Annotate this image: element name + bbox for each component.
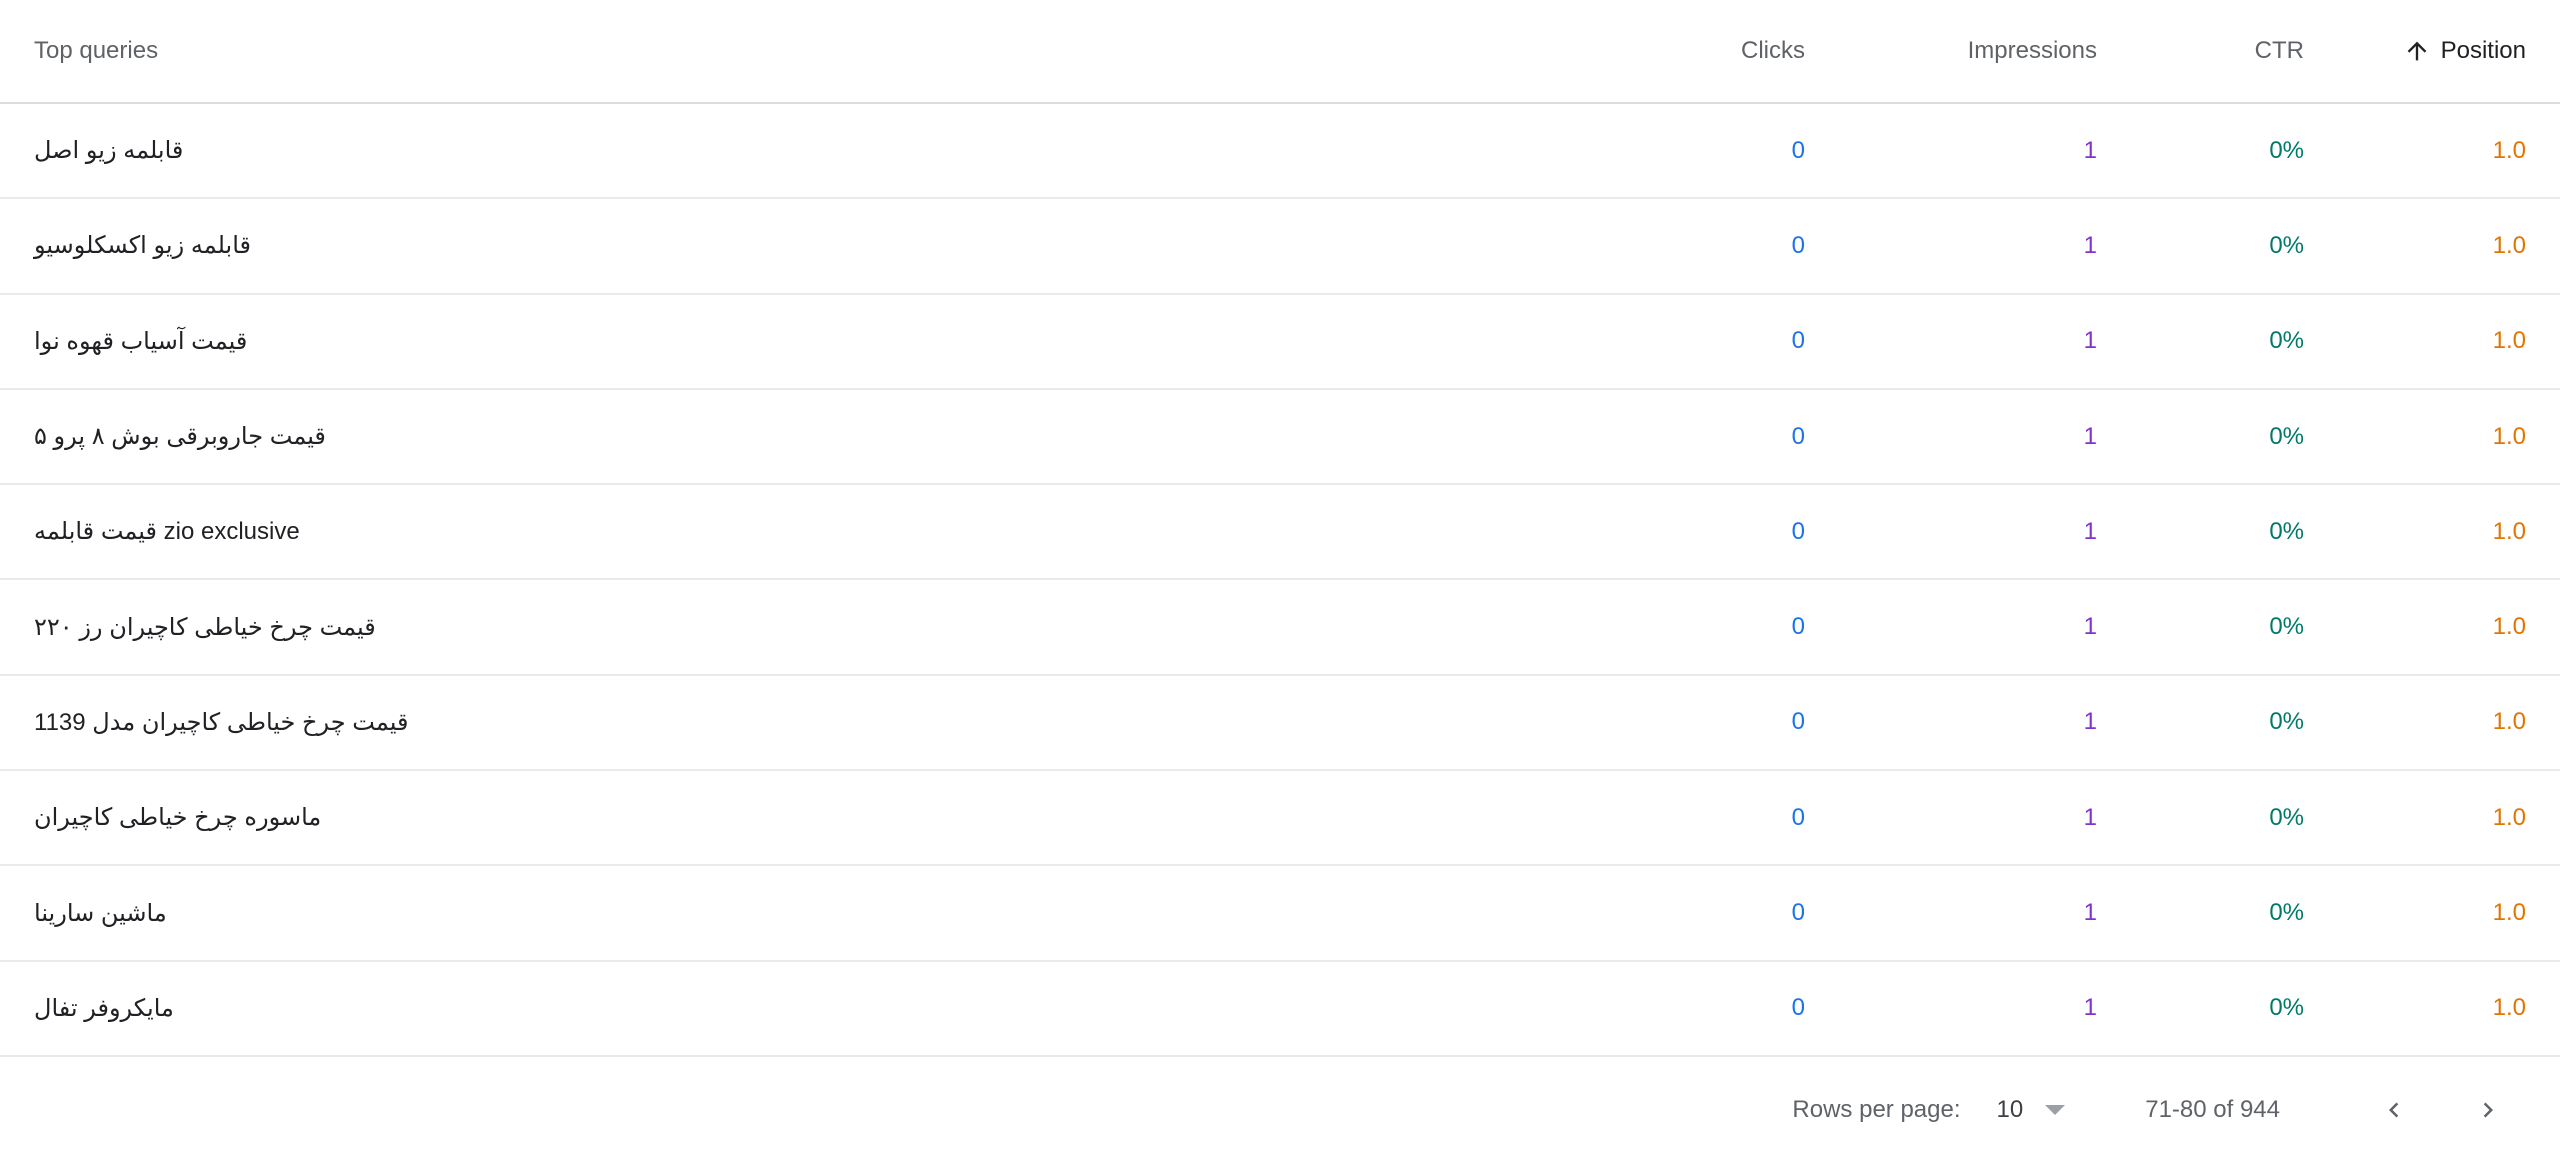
clicks-cell: 0 xyxy=(1791,517,1805,545)
impressions-cell: 1 xyxy=(2083,327,2097,355)
query-cell: قابلمه زیو اکسکلوسیو xyxy=(34,232,252,260)
table-row[interactable]: ماشین سارینا 0 1 0% 1.0 xyxy=(0,866,2560,962)
position-cell: 1.0 xyxy=(2492,899,2526,927)
impressions-cell: 1 xyxy=(2083,708,2097,736)
position-cell: 1.0 xyxy=(2492,517,2526,545)
position-cell: 1.0 xyxy=(2492,231,2526,259)
ctr-cell: 0% xyxy=(2269,327,2304,355)
impressions-cell: 1 xyxy=(2083,803,2097,831)
table-row[interactable]: قیمت آسیاب قهوه نوا 0 1 0% 1.0 xyxy=(0,295,2560,390)
position-cell: 1.0 xyxy=(2492,136,2526,164)
impressions-cell: 1 xyxy=(2083,231,2097,259)
position-cell: 1.0 xyxy=(2492,803,2526,831)
table-row[interactable]: مایکروفر تفال 0 1 0% 1.0 xyxy=(0,962,2560,1057)
table-row[interactable]: قیمت جاروبرقی بوش ۸ پرو ۵ 0 1 0% 1.0 xyxy=(0,390,2560,486)
ctr-cell: 0% xyxy=(2269,708,2304,736)
ctr-cell: 0% xyxy=(2269,994,2304,1022)
ctr-cell: 0% xyxy=(2269,231,2304,259)
query-cell: قابلمه زیو اصل xyxy=(34,137,184,165)
query-cell: ماسوره چرخ خیاطی کاچیران xyxy=(34,804,322,832)
header-position[interactable]: Position xyxy=(2304,37,2560,65)
impressions-cell: 1 xyxy=(2083,994,2097,1022)
rows-per-page-value: 10 xyxy=(1996,1095,2024,1123)
pagination-range: 71-80 of 944 xyxy=(2145,1095,2280,1123)
next-page-button[interactable] xyxy=(2464,1086,2512,1134)
ctr-cell: 0% xyxy=(2269,136,2304,164)
clicks-cell: 0 xyxy=(1791,708,1805,736)
table-row[interactable]: قیمت قابلمه zio exclusive 0 1 0% 1.0 xyxy=(0,485,2560,581)
table-row[interactable]: قابلمه زیو اصل 0 1 0% 1.0 xyxy=(0,104,2560,200)
chevron-left-icon xyxy=(2389,1102,2399,1118)
query-cell: قیمت آسیاب قهوه نوا xyxy=(34,327,248,355)
impressions-cell: 1 xyxy=(2083,899,2097,927)
rows-per-page-select[interactable]: 10 xyxy=(1997,1096,2066,1124)
chevron-right-icon xyxy=(2483,1102,2493,1118)
query-cell: قیمت چرخ خیاطی کاچیران مدل 1139 xyxy=(34,708,409,736)
ctr-cell: 0% xyxy=(2269,803,2304,831)
clicks-cell: 0 xyxy=(1791,231,1805,259)
query-cell: قیمت قابلمه zio exclusive xyxy=(34,518,300,546)
table-row[interactable]: ماسوره چرخ خیاطی کاچیران 0 1 0% 1.0 xyxy=(0,771,2560,867)
rows-per-page-label: Rows per page: xyxy=(1792,1095,1961,1123)
arrow-up-icon xyxy=(2403,37,2431,65)
dropdown-arrow-icon xyxy=(2045,1104,2066,1115)
table-header-row: Top queries Clicks Impressions CTR Posit… xyxy=(0,0,2560,104)
query-cell: ماشین سارینا xyxy=(34,899,167,927)
clicks-cell: 0 xyxy=(1791,899,1805,927)
clicks-cell: 0 xyxy=(1791,994,1805,1022)
previous-page-button[interactable] xyxy=(2370,1086,2418,1134)
position-cell: 1.0 xyxy=(2492,708,2526,736)
position-cell: 1.0 xyxy=(2492,613,2526,641)
header-top-queries[interactable]: Top queries xyxy=(0,37,1615,65)
header-clicks[interactable]: Clicks xyxy=(1615,37,1805,65)
clicks-cell: 0 xyxy=(1791,422,1805,450)
position-cell: 1.0 xyxy=(2492,994,2526,1022)
clicks-cell: 0 xyxy=(1791,803,1805,831)
pagination-footer: Rows per page: 10 71-80 of 944 xyxy=(0,1057,2560,1161)
header-position-label: Position xyxy=(2440,37,2526,64)
table-row[interactable]: قابلمه زیو اکسکلوسیو 0 1 0% 1.0 xyxy=(0,199,2560,295)
clicks-cell: 0 xyxy=(1791,136,1805,164)
impressions-cell: 1 xyxy=(2083,136,2097,164)
impressions-cell: 1 xyxy=(2083,613,2097,641)
table-row[interactable]: قیمت چرخ خیاطی کاچیران مدل 1139 0 1 0% 1.0 xyxy=(0,676,2560,772)
clicks-cell: 0 xyxy=(1791,613,1805,641)
header-ctr[interactable]: CTR xyxy=(2097,37,2304,65)
clicks-cell: 0 xyxy=(1791,327,1805,355)
position-cell: 1.0 xyxy=(2492,422,2526,450)
query-cell: مایکروفر تفال xyxy=(34,994,174,1022)
top-queries-table: Top queries Clicks Impressions CTR Posit… xyxy=(0,0,2560,1161)
header-impressions[interactable]: Impressions xyxy=(1805,37,2097,65)
ctr-cell: 0% xyxy=(2269,422,2304,450)
table-row[interactable]: قیمت چرخ خیاطی کاچیران رز ۲۲۰ 0 1 0% 1.0 xyxy=(0,580,2560,676)
table-body: قابلمه زیو اصل 0 1 0% 1.0 قابلمه زیو اکسکلوسی… xyxy=(0,104,2560,1057)
impressions-cell: 1 xyxy=(2083,517,2097,545)
query-cell: قیمت چرخ خیاطی کاچیران رز ۲۲۰ xyxy=(34,613,376,641)
query-cell: قیمت جاروبرقی بوش ۸ پرو ۵ xyxy=(34,423,326,451)
ctr-cell: 0% xyxy=(2269,517,2304,545)
position-cell: 1.0 xyxy=(2492,327,2526,355)
impressions-cell: 1 xyxy=(2083,422,2097,450)
ctr-cell: 0% xyxy=(2269,899,2304,927)
ctr-cell: 0% xyxy=(2269,613,2304,641)
